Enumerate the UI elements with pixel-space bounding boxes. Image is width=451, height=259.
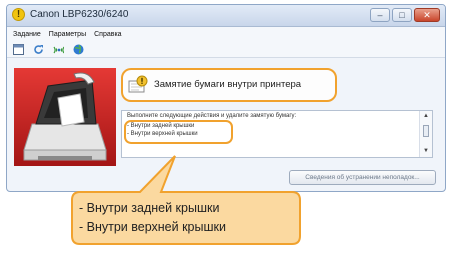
callout-line-top-cover: - Внутри верхней крышки xyxy=(79,220,226,234)
callout-line-rear-cover: - Внутри задней крышки xyxy=(79,201,220,215)
